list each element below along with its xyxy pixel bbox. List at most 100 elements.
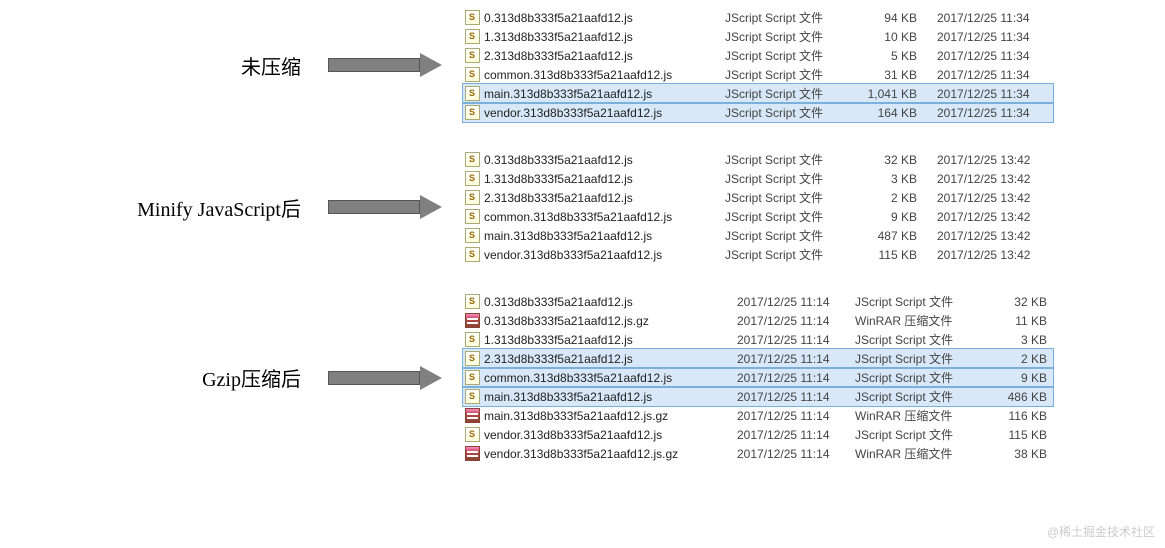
file-size: 31 KB: [853, 65, 923, 84]
file-size: 3 KB: [853, 169, 923, 188]
file-name: vendor.313d8b333f5a21aafd12.js: [484, 428, 662, 442]
js-file-icon: [465, 29, 480, 44]
file-type: JScript Script 文件: [723, 103, 853, 122]
file-row[interactable]: 2.313d8b333f5a21aafd12.js JScript Script …: [463, 46, 1053, 65]
file-name: main.313d8b333f5a21aafd12.js: [484, 390, 652, 404]
file-size: 115 KB: [983, 425, 1053, 444]
file-type: WinRAR 压缩文件: [853, 444, 983, 463]
file-type: JScript Script 文件: [723, 188, 853, 207]
js-file-icon: [465, 228, 480, 243]
file-size: 2 KB: [853, 188, 923, 207]
js-file-icon: [465, 351, 480, 366]
js-file-icon: [465, 332, 480, 347]
file-size: 115 KB: [853, 245, 923, 264]
file-row[interactable]: vendor.313d8b333f5a21aafd12.js.gz2017/12…: [463, 444, 1053, 463]
file-name: 2.313d8b333f5a21aafd12.js: [484, 352, 633, 366]
file-row[interactable]: main.313d8b333f5a21aafd12.js 2017/12/25 1…: [463, 387, 1053, 406]
js-file-icon: [465, 389, 480, 404]
file-name: common.313d8b333f5a21aafd12.js: [484, 371, 672, 385]
js-file-icon: [465, 209, 480, 224]
file-date: 2017/12/25 11:34: [923, 27, 1053, 46]
js-file-icon: [465, 294, 480, 309]
file-type: JScript Script 文件: [723, 84, 853, 103]
file-size: 9 KB: [853, 207, 923, 226]
file-date: 2017/12/25 13:42: [923, 207, 1053, 226]
archive-icon: [465, 446, 480, 461]
file-size: 11 KB: [983, 311, 1053, 330]
file-name: 2.313d8b333f5a21aafd12.js: [484, 49, 633, 63]
file-name: 1.313d8b333f5a21aafd12.js: [484, 30, 633, 44]
js-file-icon: [465, 427, 480, 442]
file-date: 2017/12/25 11:34: [923, 8, 1053, 27]
file-date: 2017/12/25 11:34: [923, 46, 1053, 65]
file-row[interactable]: vendor.313d8b333f5a21aafd12.js 2017/12/25…: [463, 425, 1053, 444]
js-file-icon: [465, 105, 480, 120]
file-row[interactable]: common.313d8b333f5a21aafd12.js JScript Sc…: [463, 65, 1053, 84]
compression-section: Minify JavaScript后 0.313d8b333f5a21aafd12…: [8, 150, 1157, 264]
file-name: common.313d8b333f5a21aafd12.js: [484, 68, 672, 82]
section-label: 未压缩: [241, 51, 301, 80]
file-row[interactable]: main.313d8b333f5a21aafd12.js.gz 2017/12/2…: [463, 406, 1053, 425]
file-type: JScript Script 文件: [723, 8, 853, 27]
file-row[interactable]: 1.313d8b333f5a21aafd12.js2017/12/25 11:1…: [463, 330, 1053, 349]
section-label: Gzip压缩后: [202, 363, 301, 392]
file-row[interactable]: vendor.313d8b333f5a21aafd12.jsJScript Sc…: [463, 245, 1053, 264]
file-date: 2017/12/25 11:14: [723, 368, 853, 387]
file-name: main.313d8b333f5a21aafd12.js: [484, 229, 652, 243]
file-size: 486 KB: [983, 387, 1053, 406]
file-row[interactable]: vendor.313d8b333f5a21aafd12.jsJScript Sc…: [463, 103, 1053, 122]
js-file-icon: [465, 370, 480, 385]
file-row[interactable]: 2.313d8b333f5a21aafd12.jsJScript Script …: [463, 188, 1053, 207]
file-date: 2017/12/25 13:42: [923, 226, 1053, 245]
arrow-right-icon: [328, 195, 448, 219]
file-size: 32 KB: [853, 150, 923, 169]
arrow-right-icon: [328, 53, 448, 77]
file-name: main.313d8b333f5a21aafd12.js: [484, 87, 652, 101]
file-row[interactable]: 2.313d8b333f5a21aafd12.js2017/12/25 11:1…: [463, 349, 1053, 368]
file-size: 10 KB: [853, 27, 923, 46]
js-file-icon: [465, 247, 480, 262]
file-list: 0.313d8b333f5a21aafd12.js2017/12/25 11:1…: [463, 292, 1053, 463]
js-file-icon: [465, 67, 480, 82]
file-size: 5 KB: [853, 46, 923, 65]
file-type: JScript Script 文件: [723, 65, 853, 84]
js-file-icon: [465, 190, 480, 205]
file-row[interactable]: 1.313d8b333f5a21aafd12.jsJScript Script …: [463, 27, 1053, 46]
file-date: 2017/12/25 13:42: [923, 150, 1053, 169]
js-file-icon: [465, 152, 480, 167]
file-date: 2017/12/25 11:34: [923, 84, 1053, 103]
file-row[interactable]: common.313d8b333f5a21aafd12.jsJScript Sc…: [463, 207, 1053, 226]
file-date: 2017/12/25 11:14: [723, 292, 853, 311]
file-row[interactable]: 0.313d8b333f5a21aafd12.jsJScript Script …: [463, 150, 1053, 169]
archive-icon: [465, 313, 480, 328]
file-row[interactable]: main.313d8b333f5a21aafd12.js JScript Scri…: [463, 84, 1053, 103]
file-name: 1.313d8b333f5a21aafd12.js: [484, 333, 633, 347]
file-size: 3 KB: [983, 330, 1053, 349]
file-name: vendor.313d8b333f5a21aafd12.js.gz: [484, 447, 678, 461]
file-list: 0.313d8b333f5a21aafd12.js JScript Script …: [463, 8, 1053, 122]
file-size: 32 KB: [983, 292, 1053, 311]
file-date: 2017/12/25 11:14: [723, 406, 853, 425]
js-file-icon: [465, 171, 480, 186]
file-date: 2017/12/25 11:14: [723, 311, 853, 330]
file-list: 0.313d8b333f5a21aafd12.jsJScript Script …: [463, 150, 1053, 264]
file-type: JScript Script 文件: [853, 387, 983, 406]
file-date: 2017/12/25 11:14: [723, 387, 853, 406]
file-row[interactable]: 0.313d8b333f5a21aafd12.js JScript Script …: [463, 8, 1053, 27]
file-name: main.313d8b333f5a21aafd12.js.gz: [484, 409, 668, 423]
file-size: 2 KB: [983, 349, 1053, 368]
file-row[interactable]: common.313d8b333f5a21aafd12.js 2017/12/25…: [463, 368, 1053, 387]
file-name: 0.313d8b333f5a21aafd12.js: [484, 11, 633, 25]
file-type: JScript Script 文件: [723, 46, 853, 65]
file-type: JScript Script 文件: [853, 330, 983, 349]
file-name: 1.313d8b333f5a21aafd12.js: [484, 172, 633, 186]
file-date: 2017/12/25 11:34: [923, 103, 1053, 122]
file-row[interactable]: 0.313d8b333f5a21aafd12.js2017/12/25 11:1…: [463, 292, 1053, 311]
file-size: 487 KB: [853, 226, 923, 245]
file-row[interactable]: 0.313d8b333f5a21aafd12.js.gz2017/12/25 1…: [463, 311, 1053, 330]
file-row[interactable]: main.313d8b333f5a21aafd12.jsJScript Scri…: [463, 226, 1053, 245]
file-row[interactable]: 1.313d8b333f5a21aafd12.jsJScript Script …: [463, 169, 1053, 188]
file-date: 2017/12/25 11:14: [723, 425, 853, 444]
section-label: Minify JavaScript后: [137, 193, 301, 222]
file-size: 38 KB: [983, 444, 1053, 463]
